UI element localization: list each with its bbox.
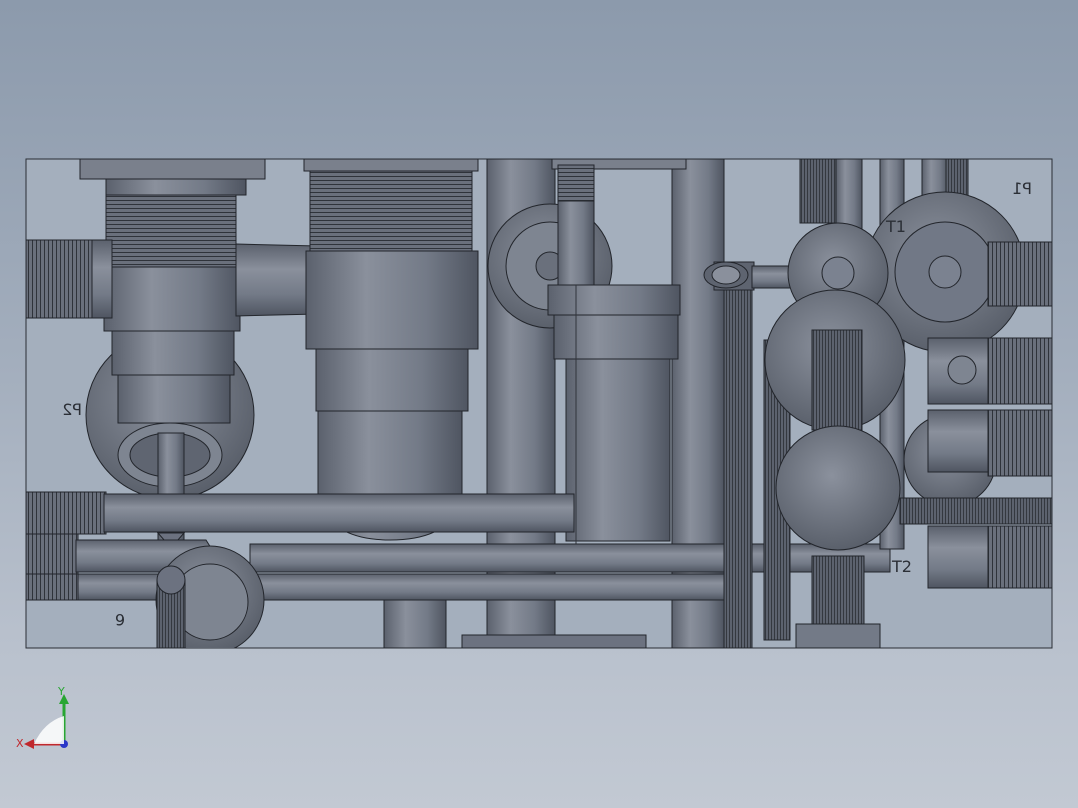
x-axis-label: X	[16, 737, 24, 750]
label-t2: T2	[891, 557, 912, 576]
left-pipe-thread-top	[26, 239, 97, 319]
small-vertical-pin	[557, 200, 595, 286]
orientation-triad: X Y	[16, 685, 69, 750]
right-pipe-thread-mid	[987, 337, 1052, 405]
y-axis-label: Y	[57, 685, 65, 698]
label-p1: P1	[1012, 179, 1032, 198]
left-pipe-thread-mid	[26, 491, 107, 535]
graphics-viewport[interactable]: P1 P2 T1 T2 6 X Y	[0, 0, 1078, 808]
left-fitting-thread	[105, 194, 237, 268]
bottom-column-left	[383, 594, 447, 648]
label-p2: P2	[62, 400, 82, 419]
knurled-bar-right	[723, 261, 753, 648]
bottom-plate	[461, 634, 647, 648]
horizontal-pipe-1	[103, 493, 575, 533]
horizontal-pipe-2	[249, 543, 891, 573]
right-center-fitting-body	[565, 358, 671, 542]
right-pipe-thread-top	[987, 241, 1052, 307]
label-t1: T1	[885, 217, 906, 236]
large-disc-t2	[775, 425, 901, 551]
center-fitting-thread	[309, 170, 473, 252]
right-pipe-thread-bottom	[987, 525, 1052, 589]
cad-model-view[interactable]: P1 P2 T1 T2 6	[0, 0, 1078, 808]
left-fitting-cap	[79, 159, 266, 180]
label-nine: 6	[115, 610, 125, 629]
knurled-block-right	[811, 329, 863, 431]
